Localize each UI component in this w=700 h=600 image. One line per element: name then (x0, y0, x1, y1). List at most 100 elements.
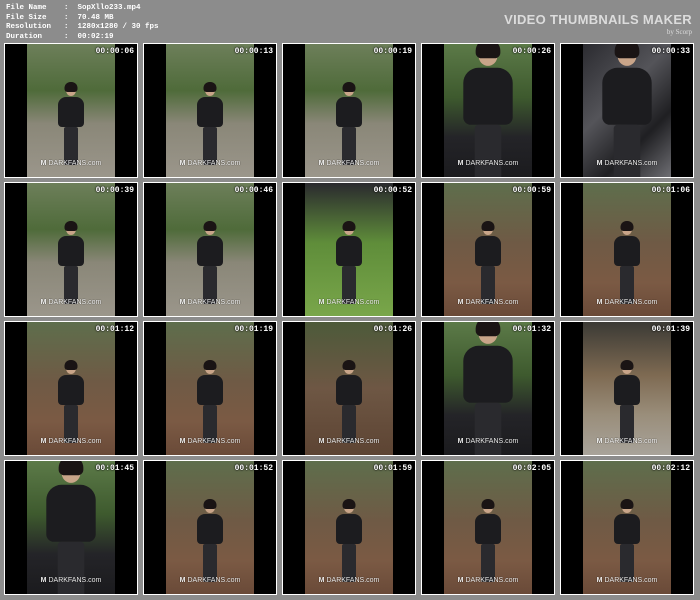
thumbnail-timestamp: 00:00:26 (512, 47, 551, 56)
watermark: M DARKFANS.com (597, 577, 658, 584)
person-figure (197, 499, 223, 582)
thumbnail-frame (305, 44, 393, 177)
watermark-logo-icon: M (596, 577, 603, 584)
thumbnail-frame (305, 322, 393, 455)
thumbnail-frame (583, 44, 671, 177)
thumbnail: 00:00:46 M DARKFANS.com (143, 182, 277, 317)
watermark: M DARKFANS.com (41, 299, 102, 306)
meta-value: 00:02:19 (77, 32, 114, 41)
meta-key: Duration (6, 32, 43, 41)
thumbnail-timestamp: 00:01:52 (234, 464, 273, 473)
watermark-text: DARKFANS.com (604, 577, 658, 584)
thumbnail-timestamp: 00:01:19 (234, 325, 273, 334)
meta-sep: : (64, 13, 78, 22)
meta-value: 1280x1280 / 30 fps (77, 23, 159, 31)
person-figure (614, 499, 640, 582)
watermark: M DARKFANS.com (180, 438, 241, 445)
thumbnail: 00:00:39 M DARKFANS.com (4, 182, 138, 317)
watermark-logo-icon: M (596, 438, 603, 445)
watermark-text: DARKFANS.com (48, 438, 102, 445)
watermark-logo-icon: M (40, 577, 47, 584)
watermark-text: DARKFANS.com (465, 299, 519, 306)
thumbnail-frame (27, 183, 115, 316)
thumbnail-timestamp: 00:00:39 (95, 186, 134, 195)
watermark-logo-icon: M (179, 160, 186, 167)
watermark-text: DARKFANS.com (326, 438, 380, 445)
meta-row-resolution: Resolution : 1280x1280 / 30 fps (6, 23, 159, 33)
person-figure (46, 461, 96, 594)
watermark-text: DARKFANS.com (465, 160, 519, 167)
thumbnail: 00:01:59 M DARKFANS.com (282, 460, 416, 595)
thumbnail: 00:01:19 M DARKFANS.com (143, 321, 277, 456)
watermark-logo-icon: M (318, 577, 325, 584)
watermark-logo-icon: M (318, 438, 325, 445)
watermark-text: DARKFANS.com (187, 160, 241, 167)
meta-key: File Name (6, 4, 47, 12)
watermark-text: DARKFANS.com (187, 438, 241, 445)
watermark: M DARKFANS.com (41, 577, 102, 584)
watermark-text: DARKFANS.com (465, 577, 519, 584)
thumbnail: 00:00:26 M DARKFANS.com (421, 43, 555, 178)
header: File Name : SopXllo233.mp4 File Size : 7… (0, 0, 700, 44)
watermark: M DARKFANS.com (180, 160, 241, 167)
watermark: M DARKFANS.com (458, 438, 519, 445)
thumbnail: 00:01:06 M DARKFANS.com (560, 182, 694, 317)
thumbnail-frame (27, 44, 115, 177)
watermark: M DARKFANS.com (597, 438, 658, 445)
watermark: M DARKFANS.com (180, 299, 241, 306)
watermark: M DARKFANS.com (319, 299, 380, 306)
person-figure (197, 221, 223, 304)
watermark: M DARKFANS.com (41, 160, 102, 167)
meta-key: Resolution (6, 23, 52, 31)
thumbnail: 00:01:39 M DARKFANS.com (560, 321, 694, 456)
watermark: M DARKFANS.com (458, 299, 519, 306)
person-figure (58, 221, 84, 304)
thumbnail-timestamp: 00:01:45 (95, 464, 134, 473)
meta-row-file-name: File Name : SopXllo233.mp4 (6, 4, 159, 14)
thumbnail-frame (166, 461, 254, 594)
watermark-text: DARKFANS.com (48, 299, 102, 306)
person-figure (336, 499, 362, 582)
watermark-logo-icon: M (40, 438, 47, 445)
meta-row-file-size: File Size : 70.48 MB (6, 14, 159, 24)
person-figure (602, 44, 652, 177)
thumbnail-frame (27, 322, 115, 455)
watermark-text: DARKFANS.com (326, 160, 380, 167)
thumbnail-frame (583, 183, 671, 316)
thumbnail: 00:00:13 M DARKFANS.com (143, 43, 277, 178)
thumbnail-timestamp: 00:01:26 (373, 325, 412, 334)
meta-row-duration: Duration : 00:02:19 (6, 33, 159, 43)
watermark-logo-icon: M (596, 299, 603, 306)
brand: VIDEO THUMBNAILS MAKER by Scorp (504, 12, 692, 36)
watermark-logo-icon: M (179, 577, 186, 584)
watermark: M DARKFANS.com (180, 577, 241, 584)
thumbnail: 00:00:33 M DARKFANS.com (560, 43, 694, 178)
watermark-text: DARKFANS.com (604, 299, 658, 306)
meta-key: File Size (6, 13, 47, 22)
thumbnail-timestamp: 00:01:12 (95, 325, 134, 334)
meta-sep: : (64, 4, 78, 12)
person-figure (336, 82, 362, 165)
watermark-text: DARKFANS.com (604, 438, 658, 445)
watermark-text: DARKFANS.com (187, 577, 241, 584)
file-metadata: File Name : SopXllo233.mp4 File Size : 7… (6, 4, 159, 42)
watermark-text: DARKFANS.com (48, 577, 102, 584)
thumbnail: 00:02:12 M DARKFANS.com (560, 460, 694, 595)
person-figure (475, 221, 501, 304)
thumbnail-frame (166, 322, 254, 455)
thumbnail-frame (305, 183, 393, 316)
thumbnail-frame (583, 322, 671, 455)
watermark: M DARKFANS.com (319, 438, 380, 445)
thumbnail-timestamp: 00:00:33 (651, 47, 690, 56)
thumbnail-timestamp: 00:02:12 (651, 464, 690, 473)
thumbnail: 00:01:32 M DARKFANS.com (421, 321, 555, 456)
thumbnail-timestamp: 00:01:39 (651, 325, 690, 334)
thumbnail-timestamp: 00:00:06 (95, 47, 134, 56)
meta-value: 70.48 MB (77, 13, 114, 22)
watermark-logo-icon: M (457, 438, 464, 445)
person-figure (614, 360, 640, 443)
thumbnail: 00:01:26 M DARKFANS.com (282, 321, 416, 456)
thumbnail-grid: 00:00:06 M DARKFANS.com 00:00:13 M DARKFANS.c… (4, 43, 697, 598)
watermark-logo-icon: M (457, 160, 464, 167)
thumbnail-frame (444, 461, 532, 594)
